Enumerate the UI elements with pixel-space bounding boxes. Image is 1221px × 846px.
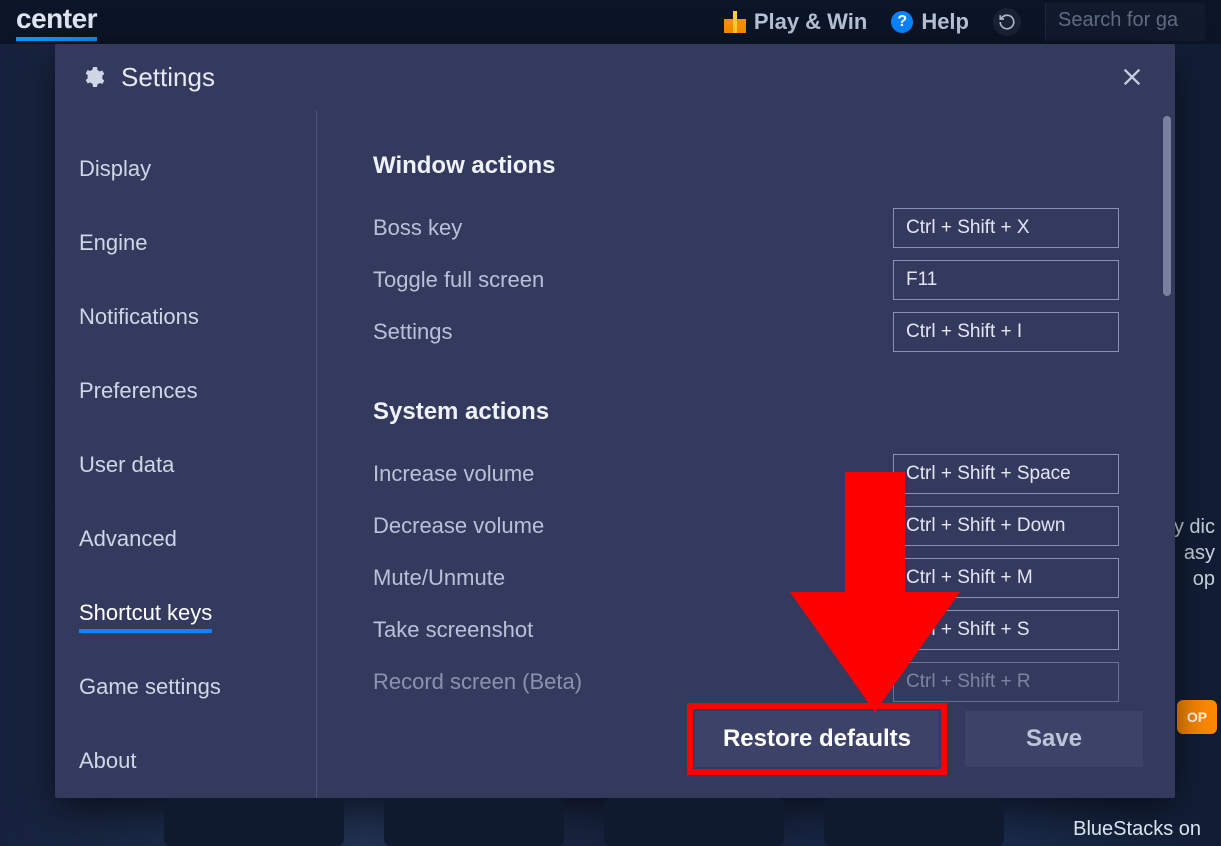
- search-input[interactable]: Search for ga: [1045, 3, 1205, 41]
- sidebar-item-label: Display: [79, 156, 151, 181]
- section-title-system-actions: System actions: [373, 398, 1119, 426]
- sidebar-item-advanced[interactable]: Advanced: [55, 512, 316, 566]
- help-icon: ?: [891, 11, 913, 33]
- game-tile[interactable]: [604, 798, 784, 846]
- app-topbar: center Play & Win ? Help Search for ga: [0, 0, 1221, 44]
- sidebar-item-about[interactable]: About: [55, 734, 316, 788]
- shortcut-label: Decrease volume: [373, 513, 893, 539]
- shortcut-label: Record screen (Beta): [373, 669, 893, 695]
- shortcut-input-decrease-volume[interactable]: Ctrl + Shift + Down: [893, 506, 1119, 546]
- settings-content: Window actions Boss key Ctrl + Shift + X…: [317, 110, 1175, 798]
- sidebar-item-label: About: [79, 748, 137, 773]
- sidebar-item-display[interactable]: Display: [55, 142, 316, 196]
- sidebar-item-label: User data: [79, 452, 174, 477]
- shortcut-label: Settings: [373, 319, 893, 345]
- shortcut-label: Toggle full screen: [373, 267, 893, 293]
- annotation-highlight-box: Restore defaults: [687, 703, 947, 775]
- modal-header: Settings: [55, 44, 1175, 110]
- modal-title: Settings: [121, 62, 215, 93]
- shortcut-row: Boss key Ctrl + Shift + X: [373, 202, 1119, 254]
- shortcut-label: Increase volume: [373, 461, 893, 487]
- sidebar-item-label: Game settings: [79, 674, 221, 699]
- close-button[interactable]: [1115, 60, 1149, 94]
- section-title-window-actions: Window actions: [373, 152, 1119, 180]
- settings-sidebar: Display Engine Notifications Preferences…: [55, 110, 317, 798]
- background-footer-text: BlueStacks on: [1073, 818, 1201, 841]
- game-tile[interactable]: [164, 798, 344, 846]
- shortcut-label: Boss key: [373, 215, 893, 241]
- sidebar-item-notifications[interactable]: Notifications: [55, 290, 316, 344]
- game-tile[interactable]: [384, 798, 564, 846]
- sidebar-item-label: Advanced: [79, 526, 177, 551]
- background-right-text: y dic asy op: [1174, 514, 1215, 592]
- sidebar-item-label: Engine: [79, 230, 148, 255]
- modal-footer: Restore defaults Save: [317, 698, 1163, 798]
- top-badge: OP: [1177, 700, 1217, 734]
- shortcut-label: Take screenshot: [373, 617, 893, 643]
- gear-icon: [81, 65, 105, 89]
- history-button[interactable]: [993, 8, 1021, 36]
- settings-modal: Settings Display Engine Notifications Pr…: [55, 44, 1175, 798]
- shortcut-row: Increase volume Ctrl + Shift + Space: [373, 448, 1119, 500]
- brand-fragment: center: [16, 3, 97, 41]
- sidebar-item-label: Shortcut keys: [79, 600, 212, 633]
- shortcut-row: Mute/Unmute Ctrl + Shift + M: [373, 552, 1119, 604]
- play-and-win-link[interactable]: Play & Win: [724, 9, 868, 35]
- sidebar-item-user-data[interactable]: User data: [55, 438, 316, 492]
- shortcut-row: Take screenshot Ctrl + Shift + S: [373, 604, 1119, 656]
- sidebar-item-label: Preferences: [79, 378, 198, 403]
- shortcut-row: Toggle full screen F11: [373, 254, 1119, 306]
- background-tiles: [150, 798, 1221, 846]
- gift-icon: [724, 11, 746, 33]
- help-label: Help: [921, 9, 969, 35]
- shortcut-row: Decrease volume Ctrl + Shift + Down: [373, 500, 1119, 552]
- sidebar-item-shortcut-keys[interactable]: Shortcut keys: [55, 586, 316, 640]
- shortcut-input-record[interactable]: Ctrl + Shift + R: [893, 662, 1119, 702]
- sidebar-item-game-settings[interactable]: Game settings: [55, 660, 316, 714]
- restore-defaults-button[interactable]: Restore defaults: [695, 711, 939, 767]
- help-link[interactable]: ? Help: [891, 9, 969, 35]
- shortcut-input-mute[interactable]: Ctrl + Shift + M: [893, 558, 1119, 598]
- shortcut-input-increase-volume[interactable]: Ctrl + Shift + Space: [893, 454, 1119, 494]
- save-button[interactable]: Save: [965, 711, 1143, 767]
- play-win-label: Play & Win: [754, 9, 868, 35]
- sidebar-item-preferences[interactable]: Preferences: [55, 364, 316, 418]
- game-tile[interactable]: [824, 798, 1004, 846]
- shortcut-input-fullscreen[interactable]: F11: [893, 260, 1119, 300]
- shortcut-input-boss-key[interactable]: Ctrl + Shift + X: [893, 208, 1119, 248]
- shortcut-input-screenshot[interactable]: Ctrl + Shift + S: [893, 610, 1119, 650]
- shortcut-row: Settings Ctrl + Shift + I: [373, 306, 1119, 358]
- sidebar-item-label: Notifications: [79, 304, 199, 329]
- shortcut-label: Mute/Unmute: [373, 565, 893, 591]
- sidebar-item-engine[interactable]: Engine: [55, 216, 316, 270]
- shortcut-input-settings[interactable]: Ctrl + Shift + I: [893, 312, 1119, 352]
- scrollbar-thumb[interactable]: [1163, 116, 1171, 296]
